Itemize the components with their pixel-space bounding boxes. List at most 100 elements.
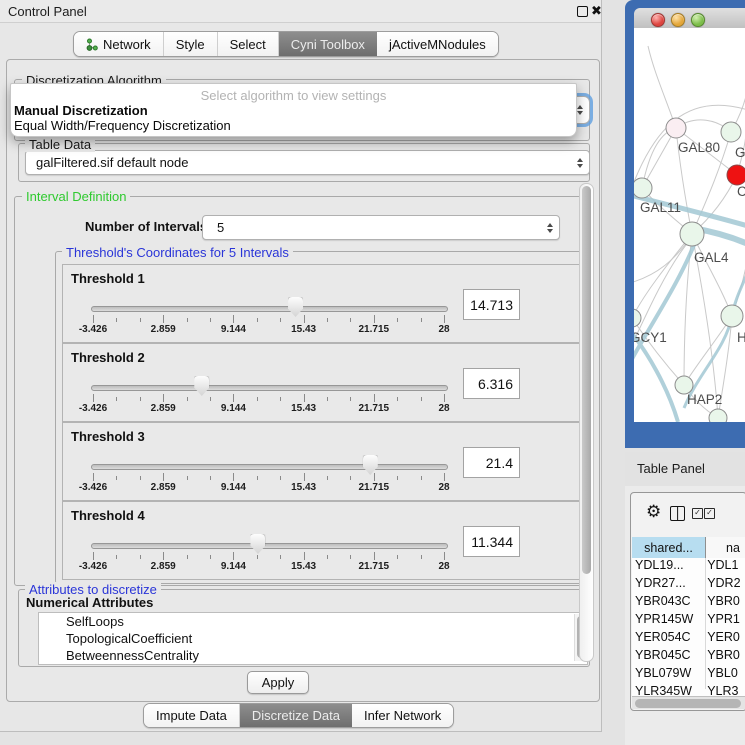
- node[interactable]: [709, 409, 727, 422]
- table-row[interactable]: YDL19...YDL1: [632, 558, 745, 576]
- scrollbar-thumb[interactable]: [582, 186, 591, 574]
- close-icon[interactable]: ✖: [591, 3, 602, 19]
- node-gal80[interactable]: [666, 118, 686, 138]
- cell-shared-name[interactable]: YBL079W: [632, 666, 701, 684]
- cell-name[interactable]: YBL0: [701, 666, 745, 684]
- column-header-shared-name[interactable]: shared...: [632, 537, 706, 558]
- attribute-list-item[interactable]: SelfLoops: [39, 613, 587, 630]
- tab-network[interactable]: Network: [74, 32, 164, 56]
- tick-label: -3.426: [79, 482, 107, 493]
- cell-shared-name[interactable]: YBR043C: [632, 594, 701, 612]
- tick-mark: [116, 476, 117, 480]
- apply-button[interactable]: Apply: [247, 671, 309, 694]
- threshold-value-field[interactable]: 14.713: [463, 289, 520, 320]
- tick-label: 9.144: [221, 561, 246, 572]
- slider-track[interactable]: [91, 464, 448, 470]
- threshold-value-field[interactable]: 21.4: [463, 447, 520, 478]
- control-panel-titlebar[interactable]: Control Panel ✖: [0, 0, 601, 23]
- number-of-intervals-combobox[interactable]: 5: [202, 215, 560, 240]
- tick-mark: [421, 555, 422, 559]
- tick-mark: [397, 476, 398, 480]
- attribute-list-item[interactable]: TopologicalCoefficient: [39, 630, 587, 647]
- cell-shared-name[interactable]: YDR27...: [632, 576, 701, 594]
- slider-thumb[interactable]: [363, 455, 378, 475]
- checkbox-checked-icon[interactable]: ✓: [704, 508, 715, 519]
- slider-ticks: [93, 394, 444, 403]
- split-columns-icon[interactable]: [670, 506, 685, 521]
- tab-label: Style: [176, 37, 205, 52]
- tick-mark: [444, 315, 445, 323]
- table-panel-titlebar[interactable]: Table Panel: [625, 452, 745, 487]
- tab-select[interactable]: Select: [218, 32, 279, 56]
- cell-name[interactable]: YBR0: [701, 594, 745, 612]
- tab-impute-data[interactable]: Impute Data: [144, 704, 240, 727]
- table-row[interactable]: YER054CYER0: [632, 630, 745, 648]
- table-row[interactable]: YBR043CYBR0: [632, 594, 745, 612]
- tick-mark: [140, 397, 141, 401]
- zoom-traffic-light-icon[interactable]: [691, 13, 705, 27]
- tick-label: 15.43: [291, 324, 316, 335]
- tab-infer-network[interactable]: Infer Network: [352, 704, 453, 727]
- tick-mark: [93, 394, 94, 402]
- tick-mark: [140, 318, 141, 322]
- network-window-titlebar[interactable]: [634, 8, 745, 29]
- node-gcy1[interactable]: [634, 309, 641, 327]
- tab-discretize-data[interactable]: Discretize Data: [240, 704, 352, 727]
- table-row[interactable]: YPR145WYPR1: [632, 612, 745, 630]
- cell-shared-name[interactable]: YER054C: [632, 630, 701, 648]
- cell-shared-name[interactable]: YBR045C: [632, 648, 701, 666]
- slider-thumb[interactable]: [250, 534, 265, 554]
- table-data-combobox[interactable]: galFiltered.sif default node: [25, 150, 590, 175]
- scrollbar-thumb[interactable]: [635, 699, 741, 708]
- cell-name[interactable]: YDR2: [701, 576, 745, 594]
- close-traffic-light-icon[interactable]: [651, 13, 665, 27]
- table-row[interactable]: YBR045CYBR0: [632, 648, 745, 666]
- slider-track[interactable]: [91, 306, 448, 312]
- cell-shared-name[interactable]: YPR145W: [632, 612, 701, 630]
- popup-item-equal-width-frequency[interactable]: Equal Width/Frequency Discretization: [14, 118, 231, 133]
- node[interactable]: [721, 122, 741, 142]
- cell-name[interactable]: YPR1: [701, 612, 745, 630]
- minimize-traffic-light-icon[interactable]: [671, 13, 685, 27]
- tick-mark: [187, 476, 188, 480]
- cell-name[interactable]: YBR0: [701, 648, 745, 666]
- tab-style[interactable]: Style: [164, 32, 218, 56]
- cell-shared-name[interactable]: YDL19...: [632, 558, 701, 576]
- checkbox-checked-icon[interactable]: ✓: [692, 508, 703, 519]
- cell-name[interactable]: YER0: [701, 630, 745, 648]
- tab-label: Network: [103, 37, 151, 52]
- tick-mark: [140, 476, 141, 480]
- combo-stepper-icon: [577, 158, 583, 168]
- tab-cyni-toolbox[interactable]: Cyni Toolbox: [279, 32, 377, 56]
- slider-thumb[interactable]: [288, 297, 303, 317]
- attribute-list-item[interactable]: BetweennessCentrality: [39, 647, 587, 664]
- threshold-value-field[interactable]: 11.344: [463, 526, 520, 557]
- tick-mark: [210, 476, 211, 480]
- cell-name[interactable]: YDL1: [701, 558, 745, 576]
- gear-icon[interactable]: ⚙: [646, 502, 661, 522]
- table-row[interactable]: YBL079WYBL0: [632, 666, 745, 684]
- column-header-name[interactable]: na: [706, 537, 745, 558]
- tick-mark: [187, 555, 188, 559]
- tab-jactivemnodules[interactable]: jActiveMNodules: [377, 32, 498, 56]
- tick-mark: [257, 476, 258, 480]
- node-gal11[interactable]: [634, 178, 652, 198]
- slider-thumb[interactable]: [194, 376, 209, 396]
- float-window-icon[interactable]: [577, 6, 588, 17]
- slider-track[interactable]: [91, 385, 448, 391]
- node-selected-red[interactable]: [727, 165, 745, 185]
- slider-track[interactable]: [91, 543, 448, 549]
- table-horizontal-scrollbar[interactable]: [632, 696, 745, 709]
- table-body[interactable]: YDL19...YDL1YDR27...YDR2YBR043CYBR0YPR14…: [632, 558, 745, 697]
- network-canvas[interactable]: GAL80 GA C GAL11 GAL4 GCY1 H HAP2: [634, 28, 745, 422]
- tick-mark: [116, 397, 117, 401]
- popup-item-manual-discretization[interactable]: Manual Discretization: [14, 103, 148, 118]
- node-gal4[interactable]: [680, 222, 704, 246]
- node[interactable]: [721, 305, 743, 327]
- threshold-value-field[interactable]: 6.316: [463, 368, 520, 399]
- tick-mark: [421, 476, 422, 480]
- panel-vertical-scrollbar[interactable]: [579, 183, 594, 662]
- numerical-attributes-list[interactable]: SelfLoopsTopologicalCoefficientBetweenne…: [38, 612, 588, 665]
- tick-mark: [421, 397, 422, 401]
- table-row[interactable]: YDR27...YDR2: [632, 576, 745, 594]
